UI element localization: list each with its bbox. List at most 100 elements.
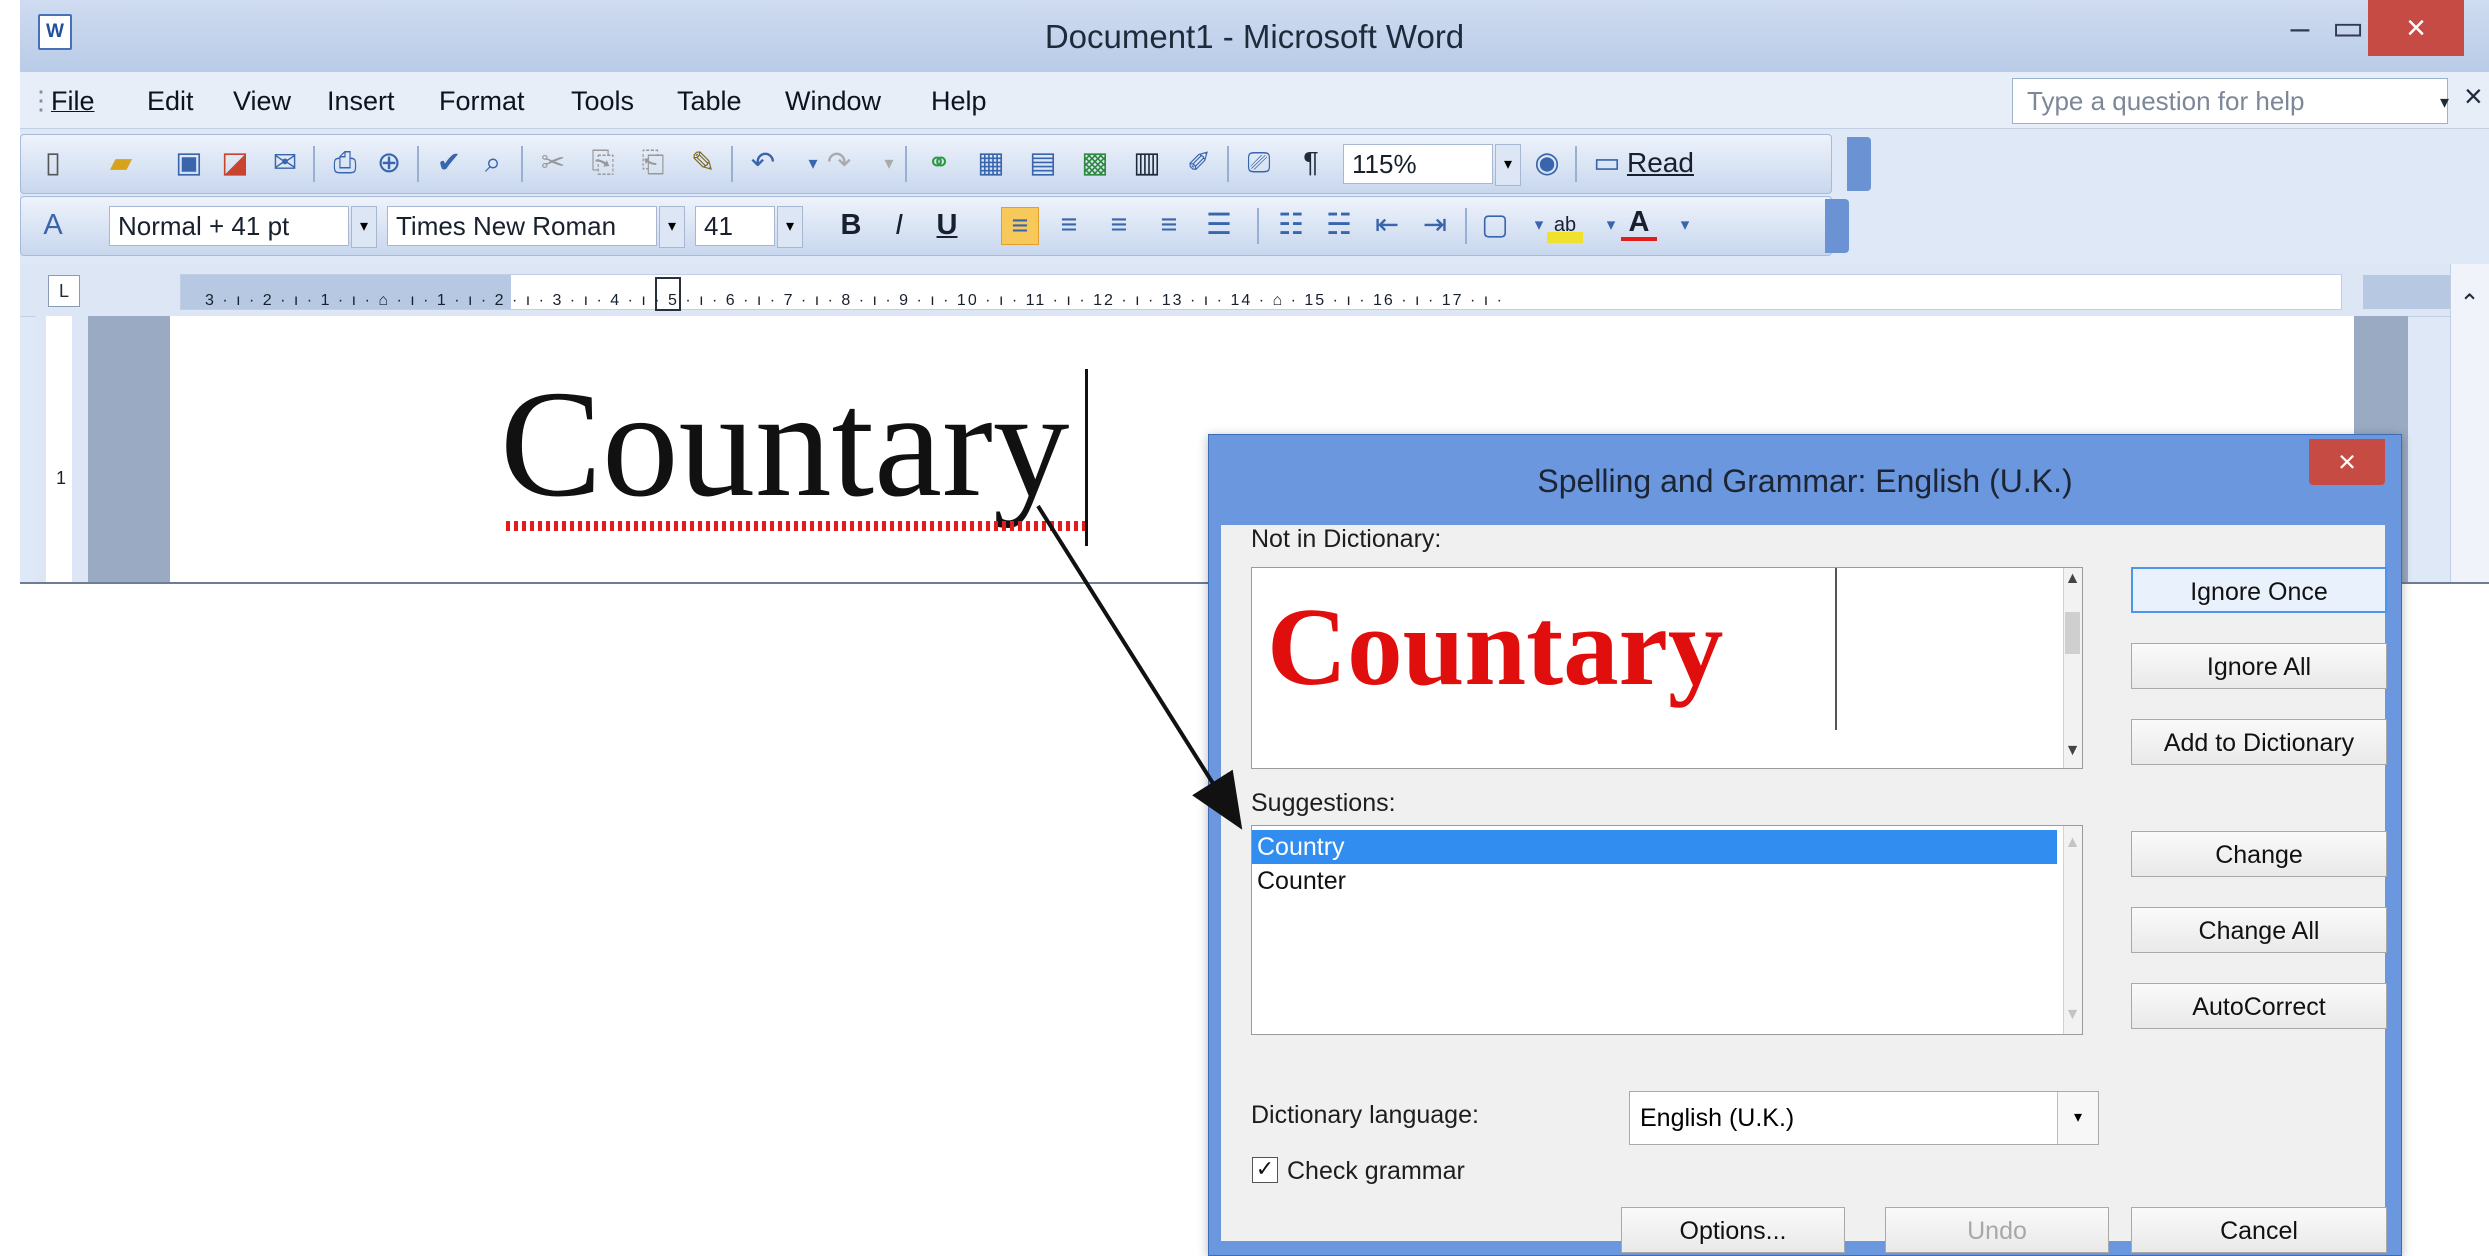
- check-grammar-checkbox[interactable]: ✓: [1252, 1157, 1278, 1183]
- drawing-icon[interactable]: ✐: [1181, 145, 1217, 181]
- suggestion-item-selected[interactable]: Country: [1252, 830, 2057, 864]
- highlight-button[interactable]: ab: [1547, 207, 1583, 243]
- format-painter-icon[interactable]: ✎: [685, 145, 721, 181]
- font-dropdown-icon[interactable]: ▾: [659, 206, 685, 248]
- menu-bar: ⋮ File Edit View Insert Format Tools Tab…: [20, 72, 2489, 129]
- ignore-all-button[interactable]: Ignore All: [2131, 643, 2387, 689]
- suggestion-item[interactable]: Counter: [1257, 866, 1346, 896]
- style-combo[interactable]: Normal + 41 pt: [109, 206, 349, 246]
- toolbar-options-icon[interactable]: [1825, 199, 1849, 253]
- save-icon[interactable]: ▣: [171, 145, 207, 181]
- change-button[interactable]: Change: [2131, 831, 2387, 877]
- help-search-input[interactable]: Type a question for help: [2012, 78, 2448, 124]
- tab-selector-button[interactable]: L: [48, 275, 80, 307]
- close-window-button[interactable]: ×: [2368, 0, 2464, 56]
- redo-icon[interactable]: ↷: [821, 145, 857, 181]
- print-icon[interactable]: ⎙: [327, 145, 363, 181]
- align-left-button[interactable]: ≡: [1001, 207, 1039, 245]
- menu-format[interactable]: Format: [432, 81, 532, 122]
- textbox-scroll-thumb[interactable]: [2065, 612, 2080, 654]
- options-button[interactable]: Options...: [1621, 1207, 1845, 1253]
- menu-file[interactable]: File: [44, 81, 102, 122]
- suggestions-list[interactable]: Country Counter ▲ ▼: [1251, 825, 2083, 1035]
- font-combo[interactable]: Times New Roman: [387, 206, 657, 246]
- print-preview-icon[interactable]: ⊕: [371, 145, 407, 181]
- italic-button[interactable]: I: [881, 207, 917, 243]
- numbering-icon[interactable]: ☷: [1273, 207, 1309, 243]
- font-size-combo[interactable]: 41: [695, 206, 775, 246]
- document-map-icon[interactable]: ⎚: [1241, 145, 1277, 181]
- language-dropdown-icon[interactable]: ▾: [2057, 1092, 2098, 1144]
- style-dropdown-icon[interactable]: ▾: [351, 206, 377, 248]
- dialog-close-button[interactable]: ×: [2309, 439, 2385, 485]
- ignore-once-button[interactable]: Ignore Once: [2131, 567, 2387, 613]
- copy-icon[interactable]: ⎘: [585, 145, 621, 181]
- tables-borders-icon[interactable]: ▦: [973, 145, 1009, 181]
- zoom-dropdown-icon[interactable]: ▾: [1495, 144, 1521, 186]
- change-all-button[interactable]: Change All: [2131, 907, 2387, 953]
- font-size-dropdown-icon[interactable]: ▾: [777, 206, 803, 248]
- undo-button[interactable]: Undo: [1885, 1207, 2109, 1253]
- minimize-button[interactable]: –: [2280, 0, 2320, 58]
- line-spacing-icon[interactable]: ☰: [1201, 207, 1237, 243]
- toolbar-options-icon[interactable]: [1847, 137, 1871, 191]
- suggestions-scroll-down-icon[interactable]: ▼: [2063, 1006, 2082, 1024]
- zoom-combo[interactable]: 115%: [1343, 144, 1493, 184]
- undo-icon[interactable]: ↶: [745, 145, 781, 181]
- permission-icon[interactable]: ◪: [217, 145, 253, 181]
- menu-edit[interactable]: Edit: [140, 81, 201, 122]
- decrease-indent-icon[interactable]: ⇤: [1369, 207, 1405, 243]
- underline-button[interactable]: U: [929, 207, 965, 243]
- menu-view[interactable]: View: [226, 81, 298, 122]
- misspelled-word: Countary: [1267, 586, 1724, 709]
- textbox-scroll-up-icon[interactable]: ▲: [2063, 570, 2082, 588]
- read-icon[interactable]: ▭: [1589, 145, 1625, 181]
- title-bar: W Document1 - Microsoft Word – ▭ ×: [20, 0, 2489, 72]
- menu-help[interactable]: Help: [924, 81, 994, 122]
- textbox-scrollbar[interactable]: [2063, 568, 2082, 768]
- document-text[interactable]: Countary: [500, 368, 1069, 521]
- bullets-icon[interactable]: ☵: [1321, 207, 1357, 243]
- menu-insert[interactable]: Insert: [320, 81, 402, 122]
- scroll-up-icon[interactable]: ⌃: [2450, 286, 2489, 322]
- help-dropdown-icon[interactable]: ▾: [2440, 92, 2449, 113]
- justify-button[interactable]: ≡: [1151, 207, 1187, 243]
- suggestions-scrollbar[interactable]: [2063, 826, 2082, 1034]
- not-in-dictionary-textbox[interactable]: Countary ▲ ▼: [1251, 567, 2083, 769]
- add-to-dictionary-button[interactable]: Add to Dictionary: [2131, 719, 2387, 765]
- insert-excel-icon[interactable]: ▩: [1077, 145, 1113, 181]
- show-hide-icon[interactable]: ¶: [1293, 145, 1329, 181]
- insert-table-icon[interactable]: ▤: [1025, 145, 1061, 181]
- formatting-toolbar: A Normal + 41 pt ▾ Times New Roman ▾ 41 …: [20, 196, 1849, 256]
- cut-icon[interactable]: ✂: [535, 145, 571, 181]
- menu-tools[interactable]: Tools: [564, 81, 641, 122]
- help-close-icon[interactable]: ×: [2464, 78, 2483, 115]
- hyperlink-icon[interactable]: ⚭: [921, 145, 957, 181]
- textbox-scroll-down-icon[interactable]: ▼: [2063, 742, 2082, 760]
- help-icon[interactable]: ◉: [1529, 145, 1565, 181]
- redo-dropdown-icon[interactable]: ▾: [871, 145, 907, 181]
- font-color-dropdown-icon[interactable]: ▾: [1667, 207, 1703, 243]
- align-center-button[interactable]: ≡: [1051, 207, 1087, 243]
- read-button[interactable]: Read: [1627, 147, 1694, 179]
- paste-icon[interactable]: ⎗: [635, 145, 671, 181]
- autocorrect-button[interactable]: AutoCorrect: [2131, 983, 2387, 1029]
- bold-button[interactable]: B: [833, 207, 869, 243]
- suggestions-scroll-up-icon[interactable]: ▲: [2063, 834, 2082, 852]
- cancel-button[interactable]: Cancel: [2131, 1207, 2387, 1253]
- borders-icon[interactable]: ▢: [1477, 207, 1513, 243]
- columns-icon[interactable]: ▥: [1129, 145, 1165, 181]
- email-icon[interactable]: ✉: [267, 145, 303, 181]
- menu-table[interactable]: Table: [670, 81, 749, 122]
- new-icon[interactable]: ▯: [35, 145, 71, 181]
- increase-indent-icon[interactable]: ⇥: [1417, 207, 1453, 243]
- spelling-icon[interactable]: ✔: [431, 145, 467, 181]
- font-color-button[interactable]: A: [1621, 207, 1657, 241]
- menu-window[interactable]: Window: [778, 81, 888, 122]
- maximize-button[interactable]: ▭: [2328, 0, 2368, 58]
- dictionary-language-select[interactable]: English (U.K.): [1629, 1091, 2099, 1145]
- open-icon[interactable]: ▰: [103, 145, 139, 181]
- styles-icon[interactable]: A: [35, 207, 71, 243]
- align-right-button[interactable]: ≡: [1101, 207, 1137, 243]
- research-icon[interactable]: ⌕: [475, 145, 511, 181]
